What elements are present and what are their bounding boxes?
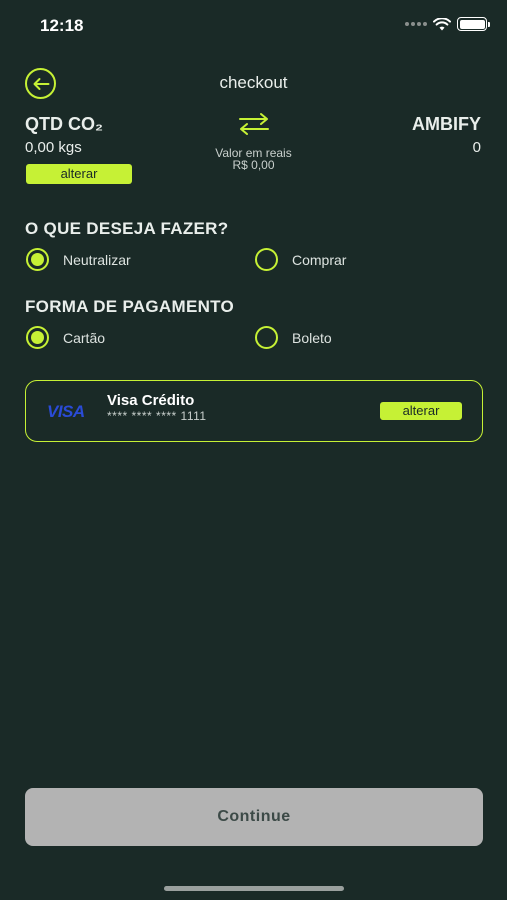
wifi-icon xyxy=(433,17,451,30)
radio-label: Boleto xyxy=(292,329,332,346)
status-icons xyxy=(405,17,490,31)
radio-comprar[interactable]: Comprar xyxy=(255,248,346,271)
radio-label: Cartão xyxy=(63,329,106,346)
radio-neutralizar[interactable]: Neutralizar xyxy=(26,248,131,271)
payment-card[interactable]: VISA Visa Crédito **** **** **** 1111 al… xyxy=(25,380,483,442)
radio-unselected-icon xyxy=(255,248,278,271)
radio-unselected-icon xyxy=(255,326,278,349)
swap-arrows-icon xyxy=(239,113,269,135)
qtd-co2-label: QTD CO₂ xyxy=(25,114,103,134)
page-title: checkout xyxy=(219,73,288,92)
home-indicator xyxy=(164,886,344,891)
status-time: 12:18 xyxy=(40,16,84,35)
radio-label: Comprar xyxy=(292,251,347,268)
action-section-title: O QUE DESEJA FAZER? xyxy=(25,219,229,238)
ambify-label: AMBIFY xyxy=(412,114,481,134)
radio-boleto[interactable]: Boleto xyxy=(255,326,332,349)
signal-icon xyxy=(405,22,427,26)
ambify-value: 0 xyxy=(472,139,481,156)
radio-selected-icon xyxy=(26,248,49,271)
card-number: **** **** **** 1111 xyxy=(107,409,207,423)
radio-selected-icon xyxy=(26,326,49,349)
visa-logo-icon: VISA xyxy=(47,402,85,421)
payment-section-title: FORMA DE PAGAMENTO xyxy=(25,297,235,316)
alterar-card-button[interactable]: alterar xyxy=(380,402,462,420)
radio-label: Neutralizar xyxy=(63,251,131,268)
continue-button[interactable]: Continue xyxy=(25,788,483,846)
battery-icon xyxy=(457,17,490,31)
radio-cartao[interactable]: Cartão xyxy=(26,326,105,349)
valor-em-reais-value: R$ 0,00 xyxy=(232,158,275,172)
card-name: Visa Crédito xyxy=(107,392,195,409)
